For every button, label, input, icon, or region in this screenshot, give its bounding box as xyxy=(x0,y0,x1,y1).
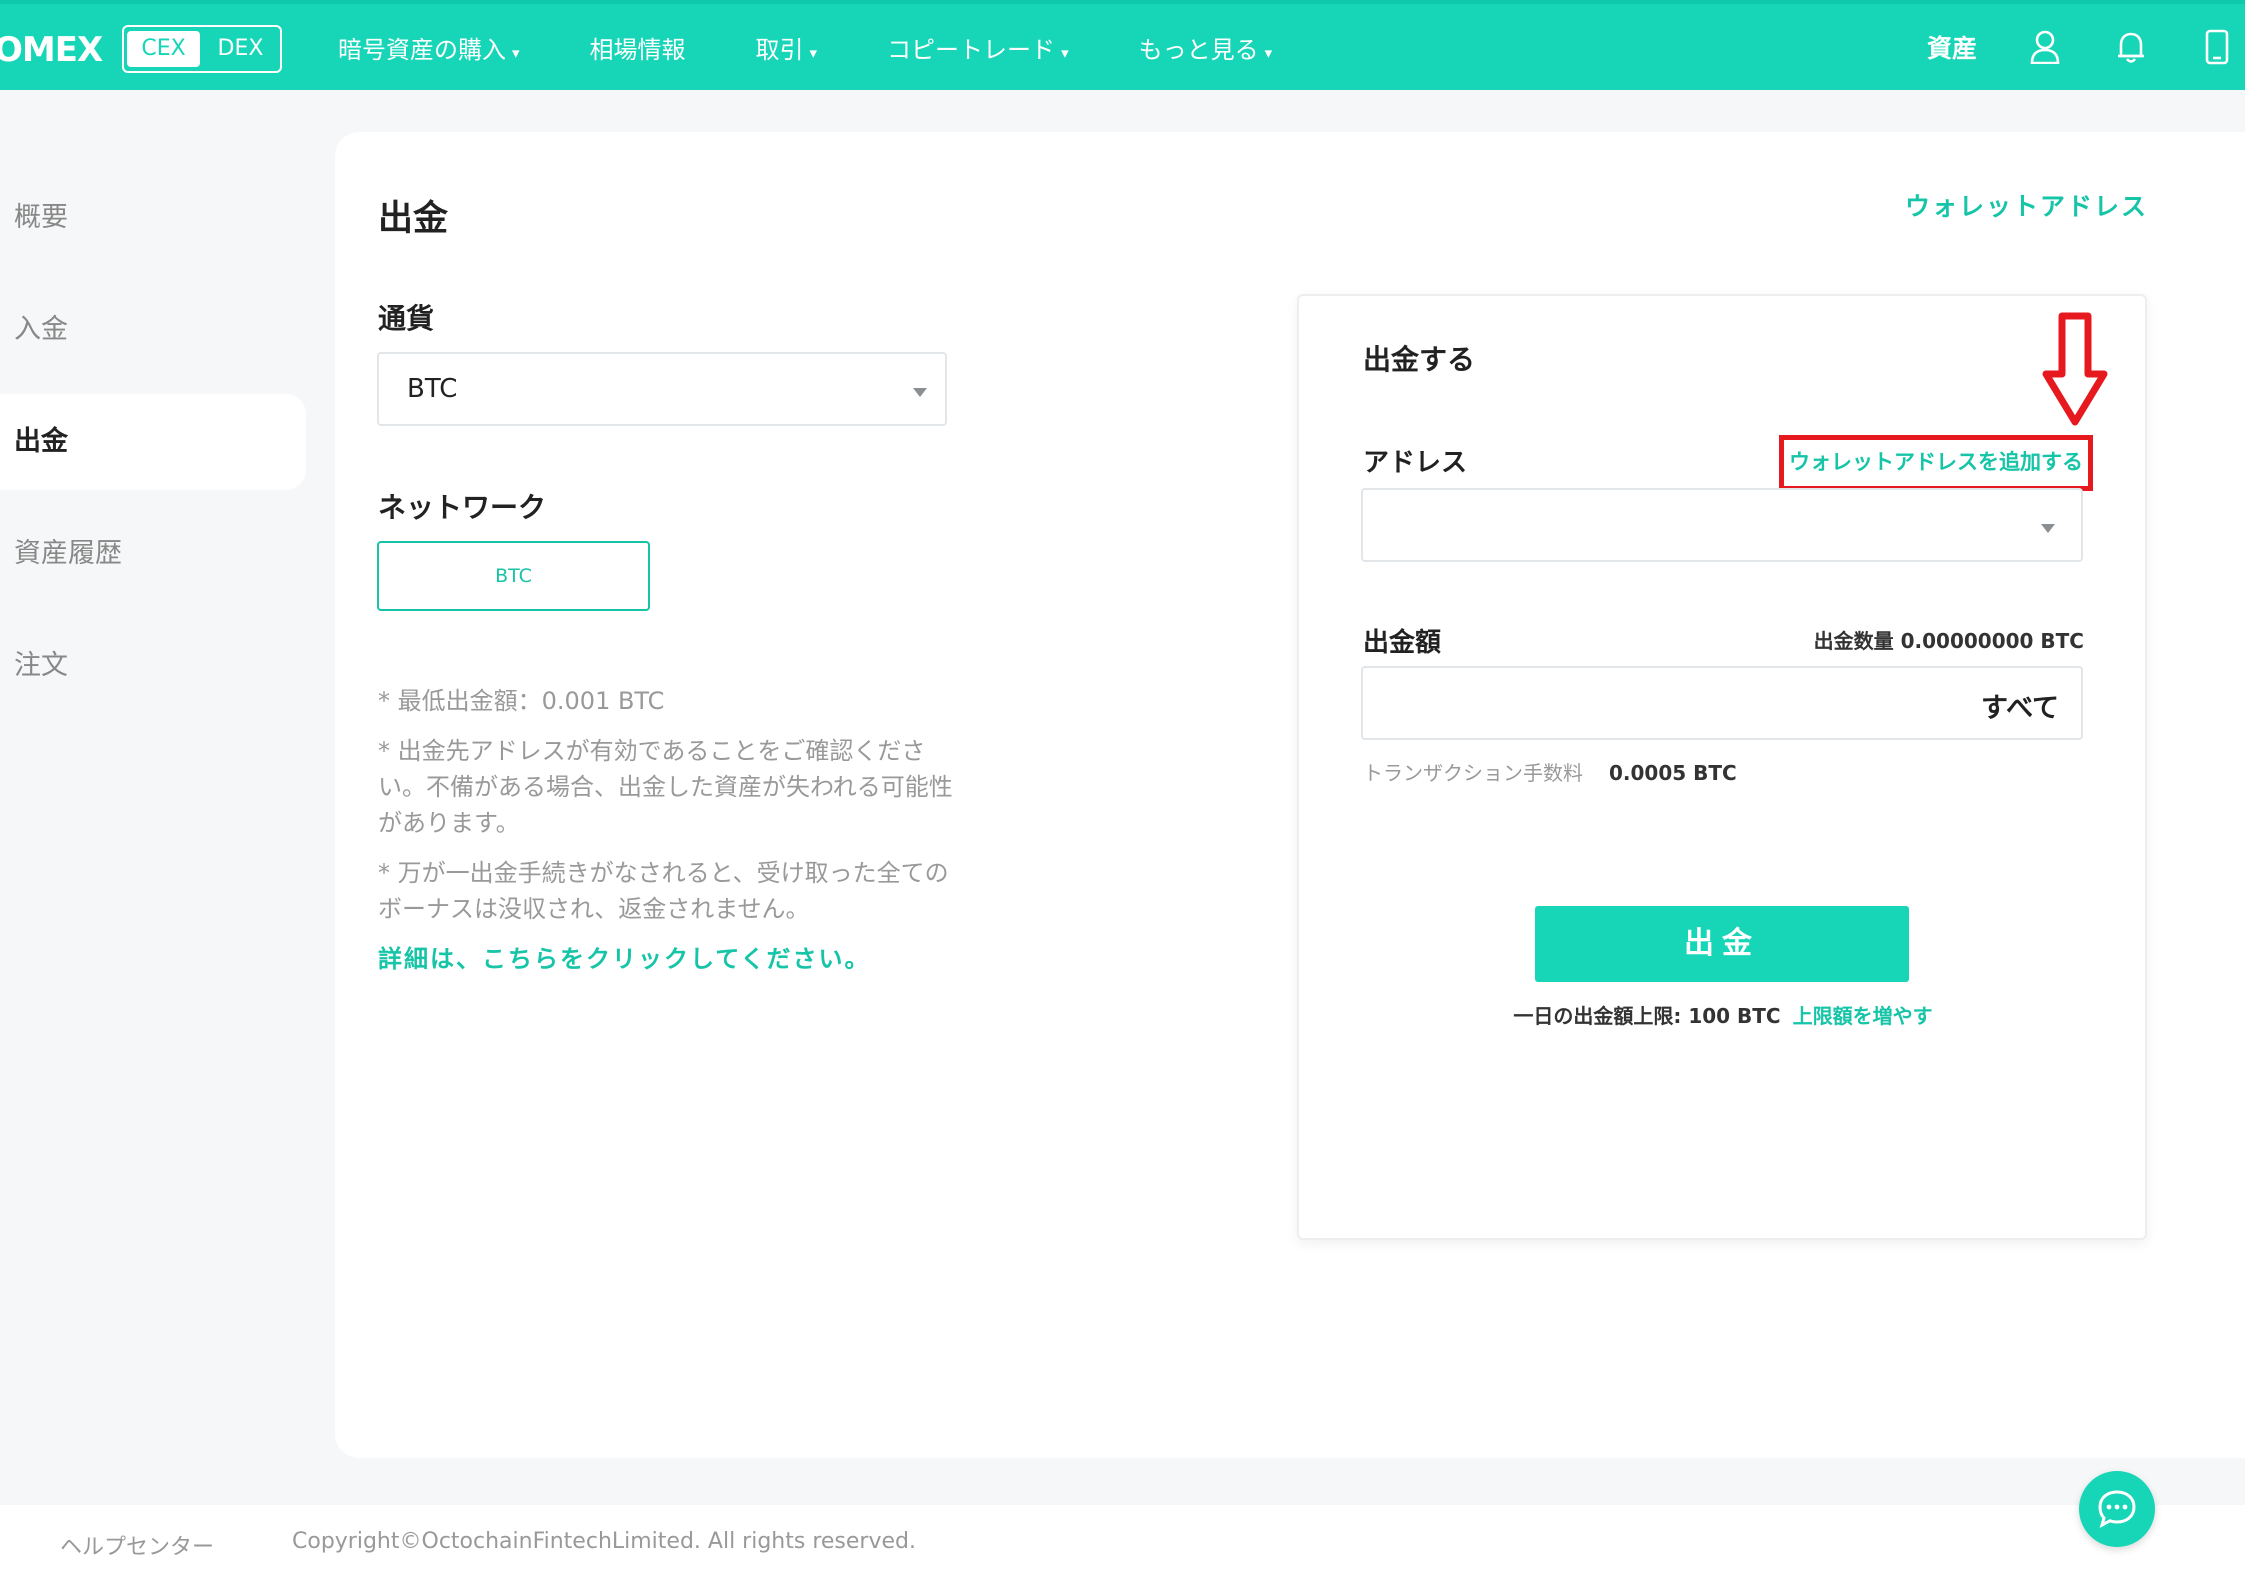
network-option-btc[interactable]: BTC xyxy=(377,541,650,611)
address-label: アドレス xyxy=(1363,448,1468,478)
all-amount-button[interactable]: すべて xyxy=(1981,686,2059,725)
amount-label: 出金額 xyxy=(1363,628,1442,658)
chevron-down-icon xyxy=(2041,524,2055,533)
header-right: 資産 xyxy=(1927,4,2245,90)
amount-input[interactable]: すべて xyxy=(1361,666,2083,740)
nav-markets[interactable]: 相場情報 xyxy=(590,30,686,65)
raise-limit-link[interactable]: 上限額を増やす xyxy=(1793,1004,1933,1028)
daily-limit-row: 一日の出金額上限: 100 BTC 上限額を増やす xyxy=(1510,1000,1936,1029)
chevron-down-icon: ▾ xyxy=(1264,43,1273,62)
currency-label: 通貨 xyxy=(378,302,435,335)
nav-buy-crypto[interactable]: 暗号資産の購入 ▾ xyxy=(338,30,520,65)
nav-label: 取引 xyxy=(755,35,804,64)
mobile-icon[interactable] xyxy=(2199,27,2235,67)
sidebar-item-orders[interactable]: 注文 xyxy=(0,618,306,714)
withdraw-card-title: 出金する xyxy=(1363,343,1476,376)
copyright: Copyright©OctochainFintechLimited. All r… xyxy=(292,1529,916,1554)
red-down-arrow-icon xyxy=(2040,312,2110,432)
bell-icon[interactable] xyxy=(2113,27,2149,67)
page-title: 出金 xyxy=(378,199,449,239)
network-label: ネットワーク xyxy=(378,491,547,524)
fee-value: 0.0005 BTC xyxy=(1609,761,1737,785)
main-nav: 暗号資産の購入 ▾ 相場情報 取引 ▾ コピートレード ▾ もっと見る ▾ xyxy=(338,4,1342,90)
footer: ヘルプセンター Copyright©OctochainFintechLimite… xyxy=(0,1505,2245,1587)
nav-trade[interactable]: 取引 ▾ xyxy=(756,30,818,65)
logo[interactable]: OMEX xyxy=(0,30,103,70)
assets-link[interactable]: 資産 xyxy=(1927,29,1977,65)
note-address-warning: * 出金先アドレスが有効であることをご確認ください。不備がある場合、出金した資産… xyxy=(378,737,953,837)
note-min-amount: * 最低出金額：0.001 BTC xyxy=(378,687,665,715)
currency-value: BTC xyxy=(407,374,458,404)
withdraw-button[interactable]: 出金 xyxy=(1535,906,1909,982)
details-link[interactable]: 詳細は、こちらをクリックしてください。 xyxy=(378,941,958,977)
sidebar-item-withdraw[interactable]: 出金 xyxy=(0,394,306,490)
nav-label: コピートレード xyxy=(887,35,1056,64)
nav-label: 暗号資産の購入 xyxy=(338,35,506,64)
note-bonus-forfeit: * 万が一出金手続きがなされると、受け取った全てのボーナスは没収され、返金されま… xyxy=(378,859,949,923)
top-navbar: OMEX CEX DEX 暗号資産の購入 ▾ 相場情報 取引 ▾ コピートレード ▾ … xyxy=(0,0,2245,90)
cex-dex-toggle: CEX DEX xyxy=(122,25,282,73)
withdraw-notes: * 最低出金額：0.001 BTC * 出金先アドレスが有効であることをご確認く… xyxy=(378,683,958,991)
sidebar: 概要 入金 出金 資産履歴 注文 xyxy=(0,170,306,730)
nav-copy-trade[interactable]: コピートレード ▾ xyxy=(887,30,1069,65)
nav-more[interactable]: もっと見る ▾ xyxy=(1139,30,1273,65)
chevron-down-icon: ▾ xyxy=(1061,43,1069,62)
address-select[interactable] xyxy=(1361,488,2083,562)
add-wallet-address-link[interactable]: ウォレットアドレスを追加する xyxy=(1779,435,2093,491)
dex-mode-button[interactable]: DEX xyxy=(204,31,277,67)
currency-select[interactable]: BTC xyxy=(377,352,947,426)
chevron-down-icon: ▾ xyxy=(512,43,520,62)
fee-row: トランザクション手数料 0.0005 BTC xyxy=(1363,757,1737,786)
user-icon[interactable] xyxy=(2027,27,2063,67)
cex-mode-button[interactable]: CEX xyxy=(127,31,200,67)
chevron-down-icon xyxy=(913,388,927,397)
daily-limit: 一日の出金額上限: 100 BTC xyxy=(1513,1004,1781,1028)
wallet-address-link[interactable]: ウォレットアドレス xyxy=(1905,187,2148,223)
chevron-down-icon: ▾ xyxy=(809,43,818,62)
sidebar-item-asset-history[interactable]: 資産履歴 xyxy=(0,506,306,602)
nav-label: もっと見る xyxy=(1138,35,1259,64)
sidebar-item-deposit[interactable]: 入金 xyxy=(0,282,306,378)
fee-label: トランザクション手数料 xyxy=(1363,761,1583,785)
nav-label: 相場情報 xyxy=(589,35,686,64)
help-center-link[interactable]: ヘルプセンター xyxy=(60,1529,214,1561)
amount-quantity: 出金数量 0.00000000 BTC xyxy=(1813,629,2084,653)
sidebar-item-overview[interactable]: 概要 xyxy=(0,170,306,266)
chat-icon[interactable] xyxy=(2079,1471,2155,1547)
